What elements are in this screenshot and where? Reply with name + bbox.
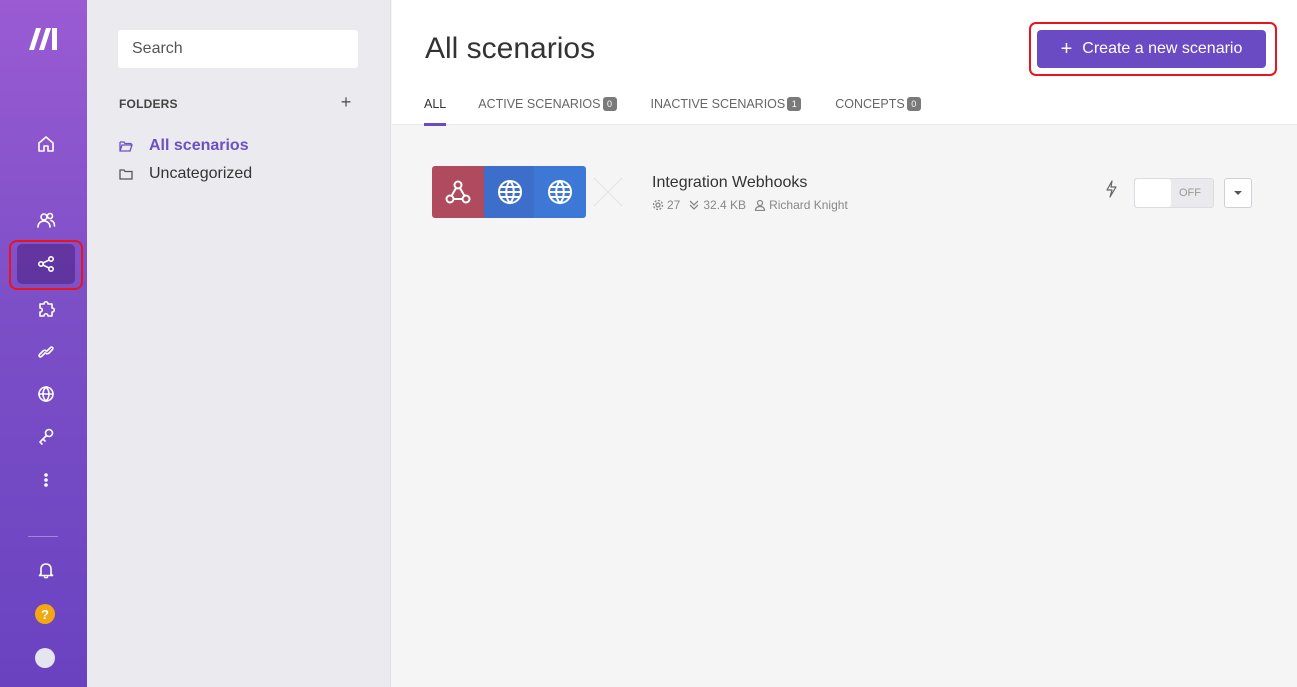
count-badge: 0 — [602, 97, 617, 111]
scenario-name[interactable]: Integration Webhooks — [652, 174, 807, 192]
instant-trigger-icon — [1106, 180, 1117, 198]
rail-item-team[interactable] — [17, 200, 75, 240]
tab-label: INACTIVE SCENARIOS — [650, 97, 786, 111]
share-nodes-icon — [37, 255, 55, 273]
create-scenario-button[interactable]: + Create a new scenario — [1037, 30, 1266, 68]
rail-item-connections[interactable] — [17, 332, 75, 372]
user-icon — [754, 199, 766, 211]
gear-icon — [652, 199, 664, 211]
folders-panel: FOLDERS + All scenarios Uncategorized — [87, 0, 391, 687]
scenario-options-dropdown[interactable] — [1224, 178, 1252, 208]
page-title: All scenarios — [425, 32, 596, 65]
team-icon — [37, 212, 56, 228]
toggle-knob — [1135, 179, 1171, 207]
tab-label: CONCEPTS — [835, 97, 905, 111]
main-rail: ? — [0, 0, 87, 687]
count-badge: 1 — [787, 97, 802, 111]
rail-item-scenarios[interactable] — [9, 240, 83, 290]
bell-icon — [38, 563, 54, 579]
help-icon[interactable]: ? — [35, 604, 55, 624]
webhook-module[interactable] — [432, 166, 484, 218]
plus-icon: + — [1060, 37, 1073, 60]
rail-item-more[interactable] — [17, 460, 75, 500]
tab-concepts[interactable]: CONCEPTS 0 — [835, 94, 921, 114]
scenario-row[interactable]: Integration Webhooks 27 32.4 KB Richard … — [432, 166, 1262, 218]
puzzle-icon — [39, 300, 56, 317]
add-folder-button[interactable]: + — [337, 92, 355, 113]
tab-label: ACTIVE SCENARIOS — [478, 97, 601, 111]
page-header: All scenarios + Create a new scenario AL… — [392, 0, 1297, 126]
tab-label: ALL — [424, 97, 447, 111]
search-input[interactable] — [118, 30, 358, 68]
webhook-icon — [445, 180, 471, 204]
operations-count: 27 — [667, 198, 681, 212]
main-content: All scenarios + Create a new scenario AL… — [392, 0, 1297, 687]
link-icon — [38, 346, 54, 358]
rail-item-templates[interactable] — [17, 288, 75, 328]
ghost-module — [586, 166, 630, 218]
tab-active-scenarios[interactable]: ACTIVE SCENARIOS 0 — [478, 94, 617, 114]
http-globe-icon — [548, 180, 572, 205]
more-vertical-icon — [44, 473, 48, 487]
toggle-label: OFF — [1179, 187, 1201, 199]
data-size: 32.4 KB — [703, 198, 747, 212]
folder-label: All scenarios — [149, 137, 249, 154]
rail-item-home[interactable] — [17, 124, 75, 164]
rail-item-webhooks[interactable] — [17, 374, 75, 414]
avatar[interactable] — [35, 648, 55, 668]
http-module[interactable] — [484, 166, 536, 218]
folder-open-icon — [119, 141, 133, 152]
folder-label: Uncategorized — [149, 165, 253, 182]
tab-all[interactable]: ALL — [424, 94, 447, 126]
folders-heading: FOLDERS — [119, 97, 178, 111]
make-logo-icon[interactable] — [29, 28, 59, 50]
folder-item-uncategorized[interactable]: Uncategorized — [119, 165, 252, 183]
owner-name: Richard Knight — [769, 198, 848, 212]
scenario-toggle[interactable]: OFF — [1134, 178, 1214, 208]
folder-icon — [119, 169, 133, 180]
rail-item-keys[interactable] — [17, 416, 75, 456]
http-globe-icon — [498, 180, 522, 205]
transfer-icon — [689, 200, 699, 210]
create-scenario-label: Create a new scenario — [1082, 40, 1243, 57]
globe-icon — [38, 386, 54, 402]
rail-item-notifications[interactable] — [17, 550, 75, 590]
tab-inactive-scenarios[interactable]: INACTIVE SCENARIOS 1 — [651, 94, 802, 114]
rail-divider — [28, 536, 58, 537]
folder-item-all-scenarios[interactable]: All scenarios — [119, 137, 249, 155]
scenario-tabs: ALL ACTIVE SCENARIOS 0 INACTIVE SCENARIO… — [424, 94, 955, 126]
home-icon — [38, 136, 54, 152]
count-badge: 0 — [906, 97, 921, 111]
http-module[interactable] — [534, 166, 586, 218]
placeholder-cross-icon — [593, 177, 623, 207]
key-icon — [39, 428, 54, 445]
scenario-meta: 27 32.4 KB Richard Knight — [652, 198, 856, 212]
